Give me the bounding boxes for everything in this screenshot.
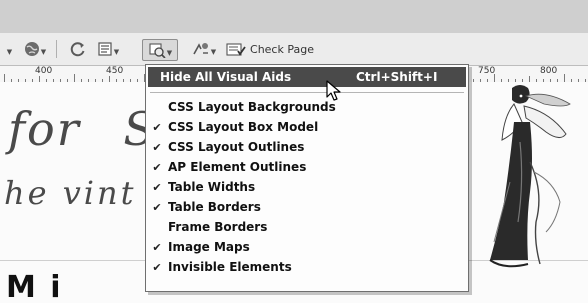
validate-icon bbox=[193, 43, 208, 55]
check-icon: ✔ bbox=[152, 120, 162, 134]
check-icon: ✔ bbox=[152, 180, 162, 194]
dropdown-arrow-icon: ▼ bbox=[40, 48, 47, 56]
menu-item-label: Frame Borders bbox=[168, 220, 268, 234]
ruler-label: 800 bbox=[540, 66, 558, 76]
globe-icon bbox=[24, 42, 39, 56]
preview-in-browser-button[interactable]: ▼ bbox=[20, 39, 50, 59]
menu-item-label: Table Widths bbox=[168, 180, 256, 194]
menu-item-label: CSS Layout Outlines bbox=[168, 140, 305, 154]
menu-item-label: Invisible Elements bbox=[168, 260, 292, 274]
heading-line-1: for S bbox=[8, 102, 157, 156]
ruler-tick bbox=[564, 74, 565, 82]
check-icon: ✔ bbox=[152, 200, 162, 214]
check-page-label: Check Page bbox=[250, 42, 314, 56]
dropdown-arrow-icon: ▼ bbox=[210, 48, 217, 56]
check-icon: ✔ bbox=[152, 140, 162, 154]
dropdown-arrow-icon: ▼ bbox=[166, 49, 173, 57]
toolbar-overflow-arrow[interactable]: ▼ bbox=[2, 39, 16, 59]
refresh-icon bbox=[70, 42, 85, 57]
menu-item-frame-borders[interactable]: Frame Borders bbox=[146, 217, 468, 237]
title-bar bbox=[0, 0, 588, 34]
menu-item-css-layout-box-model[interactable]: ✔ CSS Layout Box Model bbox=[146, 117, 468, 137]
check-page-icon bbox=[226, 43, 246, 56]
mouse-pointer-icon bbox=[326, 80, 341, 101]
menu-separator bbox=[150, 92, 464, 93]
view-options-button[interactable]: ▼ bbox=[93, 39, 123, 59]
menu-item-label: AP Element Outlines bbox=[168, 160, 307, 174]
toolbar-separator bbox=[56, 40, 57, 58]
visual-aids-button[interactable]: ▼ bbox=[142, 39, 178, 61]
menu-item-label: Image Maps bbox=[168, 240, 250, 254]
visual-aids-icon bbox=[149, 43, 166, 58]
page-body-heading: M i bbox=[6, 270, 63, 303]
ruler-label: 400 bbox=[35, 66, 53, 76]
vintage-figure-illustration bbox=[489, 85, 571, 268]
check-icon: ✔ bbox=[152, 260, 162, 274]
heading-line-2: he vint bbox=[4, 174, 137, 212]
document-toolbar: ▼ ▼ ▼ ▼ ▼ Check Page bbox=[0, 33, 588, 66]
check-page-button[interactable]: Check Page bbox=[226, 39, 314, 59]
menu-item-table-borders[interactable]: ✔ Table Borders bbox=[146, 197, 468, 217]
ruler-label: 450 bbox=[106, 66, 124, 76]
menu-item-hide-all-visual-aids[interactable]: Hide All Visual Aids Ctrl+Shift+I bbox=[148, 67, 466, 87]
check-icon: ✔ bbox=[152, 240, 162, 254]
menu-item-css-layout-outlines[interactable]: ✔ CSS Layout Outlines bbox=[146, 137, 468, 157]
menu-item-image-maps[interactable]: ✔ Image Maps bbox=[146, 237, 468, 257]
menu-item-css-layout-backgrounds[interactable]: CSS Layout Backgrounds bbox=[146, 97, 468, 117]
menu-item-ap-element-outlines[interactable]: ✔ AP Element Outlines bbox=[146, 157, 468, 177]
dropdown-arrow-icon: ▼ bbox=[113, 48, 120, 56]
menu-item-invisible-elements[interactable]: ✔ Invisible Elements bbox=[146, 257, 468, 277]
visual-aids-menu: Hide All Visual Aids Ctrl+Shift+I CSS La… bbox=[145, 64, 469, 292]
ruler-tick bbox=[4, 74, 5, 82]
menu-item-label: CSS Layout Backgrounds bbox=[168, 100, 336, 114]
ruler-tick bbox=[74, 74, 75, 82]
menu-item-label: Table Borders bbox=[168, 200, 261, 214]
view-options-icon bbox=[98, 42, 112, 56]
refresh-button[interactable] bbox=[68, 39, 88, 59]
heading-line-1-text: for bbox=[8, 102, 81, 156]
menu-item-table-widths[interactable]: ✔ Table Widths bbox=[146, 177, 468, 197]
validate-markup-button[interactable]: ▼ bbox=[188, 39, 220, 59]
check-icon: ✔ bbox=[152, 160, 162, 174]
ruler-label: 750 bbox=[478, 66, 496, 76]
menu-item-shortcut: Ctrl+Shift+I bbox=[356, 70, 438, 84]
menu-item-label: CSS Layout Box Model bbox=[168, 120, 319, 134]
